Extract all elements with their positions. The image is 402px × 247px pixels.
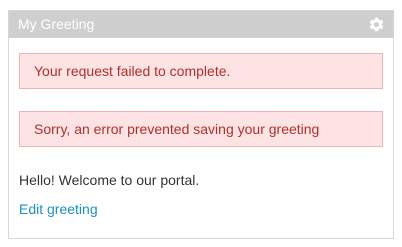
error-alert-save-failed: Sorry, an error prevented saving your gr… [19, 111, 383, 147]
portlet-header: My Greeting [9, 11, 393, 38]
error-alert-request-failed: Your request failed to complete. [19, 53, 383, 89]
alert-text: Your request failed to complete. [34, 63, 231, 79]
gear-icon[interactable] [368, 16, 385, 33]
greeting-portlet: My Greeting Your request failed to compl… [8, 10, 394, 239]
edit-greeting-link[interactable]: Edit greeting [19, 200, 98, 218]
portlet-title: My Greeting [18, 16, 95, 32]
greeting-message: Hello! Welcome to our portal. [19, 172, 200, 188]
alert-text: Sorry, an error prevented saving your gr… [34, 121, 320, 137]
